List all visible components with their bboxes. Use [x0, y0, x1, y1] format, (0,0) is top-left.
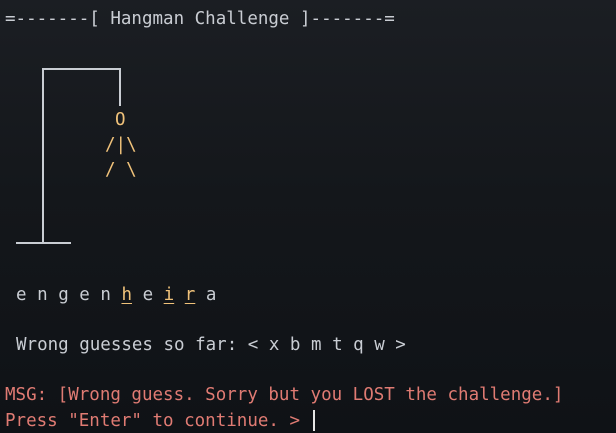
word-letter: g — [58, 285, 69, 305]
game-title: =-------[ Hangman Challenge ]-------= — [5, 9, 395, 29]
gallows-rope — [119, 68, 121, 106]
gallows-pole — [42, 69, 44, 243]
status-message: MSG: [Wrong guess. Sorry but you LOST th… — [5, 385, 564, 405]
word-letter: e — [79, 285, 90, 305]
wrong-guesses: Wrong guesses so far: < x b m t q w > — [16, 335, 406, 355]
word-letter: n — [37, 285, 48, 305]
word-letter: e — [16, 285, 27, 305]
text-cursor[interactable] — [312, 410, 315, 431]
prompt-text: Press "Enter" to continue. > — [5, 411, 301, 431]
continue-prompt[interactable]: Press "Enter" to continue. > — [5, 410, 315, 431]
word-letter: r — [184, 285, 196, 305]
figure-body: /|\ — [105, 135, 137, 155]
gallows-base — [16, 242, 71, 244]
figure-head: O — [115, 110, 126, 130]
word-letter: a — [205, 285, 217, 305]
word-letter: e — [142, 285, 154, 305]
figure-legs: / \ — [105, 160, 137, 180]
word-letter: i — [163, 285, 175, 305]
word-letter: n — [100, 285, 111, 305]
word-display: e n g e n h e i r a — [16, 285, 216, 305]
gallows-beam — [42, 68, 121, 70]
word-letter: h — [121, 285, 133, 305]
